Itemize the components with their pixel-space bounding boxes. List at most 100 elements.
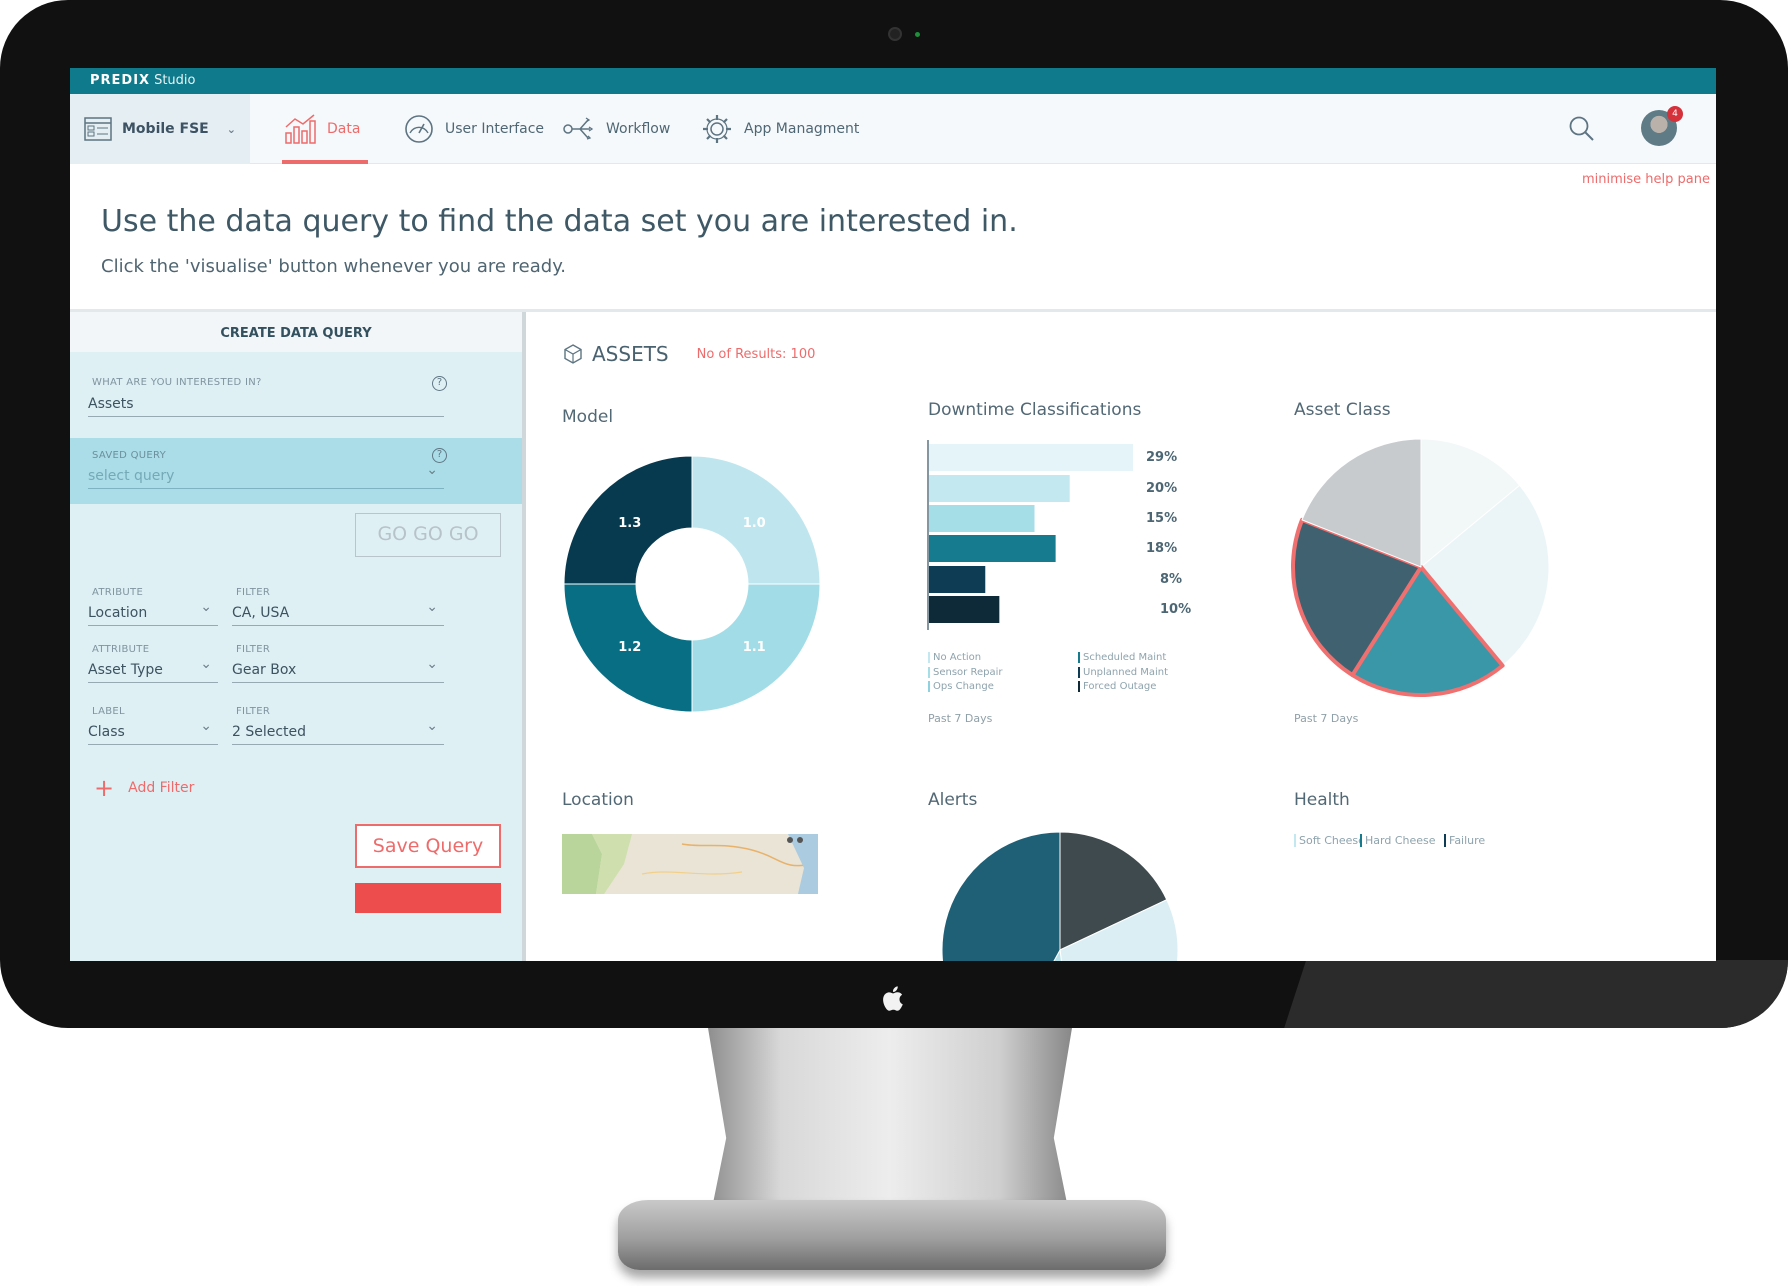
legend-no-action: No Action [928, 652, 981, 663]
row2-right-label: FILTER [236, 644, 271, 655]
legend-sensor-repair: Sensor Repair [928, 667, 1002, 678]
downtime-bar[interactable] [929, 475, 1070, 502]
tab-data-label: Data [327, 121, 361, 137]
apple-logo-icon [883, 986, 903, 1011]
model-slice-label: 1.2 [618, 640, 641, 655]
cube-icon [564, 344, 582, 364]
model-slice-label: 1.3 [618, 516, 641, 531]
legend-scheduled-maint: Scheduled Maint [1078, 652, 1166, 663]
help-question-icon[interactable]: ? [432, 376, 447, 391]
help-question-icon[interactable]: ? [432, 448, 447, 463]
tab-app-management-label: App Managment [744, 121, 860, 137]
search-icon[interactable] [1567, 114, 1597, 144]
gear-icon [703, 115, 731, 143]
downtime-chart-title: Downtime Classifications [928, 400, 1142, 420]
help-title: Use the data query to find the data set … [101, 204, 1018, 239]
row3-right-label: FILTER [236, 706, 271, 717]
add-filter-button[interactable]: + Add Filter [94, 774, 195, 802]
row2-left-label: ATTRIBUTE [92, 644, 150, 655]
saved-query-label: SAVED QUERY [92, 450, 166, 461]
filter-select[interactable]: 2 Selected [232, 718, 444, 745]
brand-name: PREDIX [90, 73, 151, 88]
row3-left-label: LABEL [92, 706, 125, 717]
bar-chart-icon [285, 114, 316, 144]
monitor-stand-neck [708, 1028, 1072, 1228]
legend-hard-cheese: Hard Cheese [1360, 834, 1436, 847]
chevron-down-icon: ⌄ [226, 122, 236, 136]
health-chart-title: Health [1294, 790, 1350, 810]
filter-select[interactable]: CA, USA [232, 599, 444, 626]
query-panel: CREATE DATA QUERY WHAT ARE YOU INTERESTE… [70, 312, 526, 961]
label-select[interactable]: Class [88, 718, 218, 745]
camera-led [915, 32, 920, 37]
downtime-bar-chart [927, 440, 1133, 630]
downtime-percent-label: 10% [1160, 602, 1192, 617]
assets-header: ASSETS No of Results: 100 [562, 342, 815, 366]
model-donut-chart: 1.0 1.1 1.2 1.3 [563, 455, 821, 713]
legend-forced-outage: Forced Outage [1078, 681, 1156, 692]
alerts-chart-title: Alerts [928, 790, 978, 810]
saved-query-select[interactable]: select query [88, 462, 444, 489]
alerts-pie-chart [941, 832, 1179, 961]
location-map[interactable] [562, 834, 818, 894]
project-name: Mobile FSE [122, 121, 209, 137]
workflow-icon [563, 117, 594, 140]
help-pane: minimise help pane Use the data query to… [70, 164, 1716, 312]
interest-label: WHAT ARE YOU INTERESTED IN? [92, 377, 262, 388]
filter-select[interactable]: Gear Box [232, 656, 444, 683]
tab-user-interface[interactable]: User Interface [403, 94, 544, 164]
add-filter-label: Add Filter [128, 780, 195, 796]
downtime-bar[interactable] [929, 505, 1035, 532]
downtime-percent-label: 15% [1146, 511, 1178, 526]
go-button[interactable]: GO GO GO [355, 513, 501, 557]
plus-icon: + [94, 774, 115, 802]
screen: PREDIX Studio Mobile FSE ⌄ Data User Inte… [70, 68, 1716, 961]
downtime-percent-label: 29% [1146, 450, 1178, 465]
monitor-stand-base [618, 1200, 1166, 1270]
interest-field[interactable]: Assets [88, 396, 444, 417]
downtime-percent-label: 20% [1146, 481, 1178, 496]
model-chart-title: Model [562, 407, 614, 427]
asset-class-period-note: Past 7 Days [1294, 712, 1359, 725]
minimise-help-link[interactable]: minimise help pane [1582, 172, 1710, 187]
tab-app-management[interactable]: App Managment [700, 94, 859, 164]
results-count: No of Results: 100 [696, 346, 816, 362]
legend-ops-change: Ops Change [928, 681, 994, 692]
attribute-select[interactable]: Asset Type [88, 656, 218, 683]
model-slice-label: 1.0 [743, 516, 766, 531]
query-panel-title: CREATE DATA QUERY [70, 312, 522, 352]
model-slice-label: 1.1 [743, 640, 766, 655]
legend-soft-cheese: Soft Cheese [1294, 834, 1365, 847]
legend-unplanned-maint: Unplanned Maint [1078, 667, 1168, 678]
tab-workflow-label: Workflow [606, 121, 671, 137]
brand-product: Studio [154, 73, 196, 88]
save-query-button[interactable]: Save Query [355, 824, 501, 868]
project-icon [84, 117, 112, 141]
downtime-percent-label: 8% [1160, 572, 1183, 587]
downtime-percent-label: 18% [1146, 541, 1178, 556]
downtime-bar[interactable] [929, 535, 1056, 562]
dashboard: ASSETS No of Results: 100 Model Downtime… [530, 312, 1716, 961]
location-chart-title: Location [562, 790, 634, 810]
downtime-period-note: Past 7 Days [928, 712, 993, 725]
downtime-bar[interactable] [929, 596, 1000, 623]
downtime-bar[interactable] [929, 566, 986, 593]
legend-failure: Failure [1444, 834, 1485, 847]
gauge-icon [405, 115, 433, 143]
brand-bar: PREDIX Studio [70, 68, 1716, 94]
camera-lens [888, 27, 902, 41]
project-selector[interactable]: Mobile FSE ⌄ [70, 94, 250, 164]
row1-left-label: ATRIBUTE [92, 587, 144, 598]
tab-workflow[interactable]: Workflow [562, 94, 670, 164]
visualise-button[interactable] [355, 883, 501, 913]
tab-user-interface-label: User Interface [445, 121, 545, 137]
bezel-reflection [1273, 960, 1788, 1028]
help-subtitle: Click the 'visualise' button whenever yo… [101, 256, 567, 277]
asset-class-pie-chart [1291, 438, 1550, 697]
downtime-bar[interactable] [929, 444, 1133, 471]
alerts-slice[interactable] [941, 832, 1061, 961]
asset-class-chart-title: Asset Class [1294, 400, 1391, 420]
attribute-select[interactable]: Location [88, 599, 218, 626]
notification-badge: 4 [1667, 106, 1683, 122]
tab-data[interactable]: Data [283, 94, 360, 164]
